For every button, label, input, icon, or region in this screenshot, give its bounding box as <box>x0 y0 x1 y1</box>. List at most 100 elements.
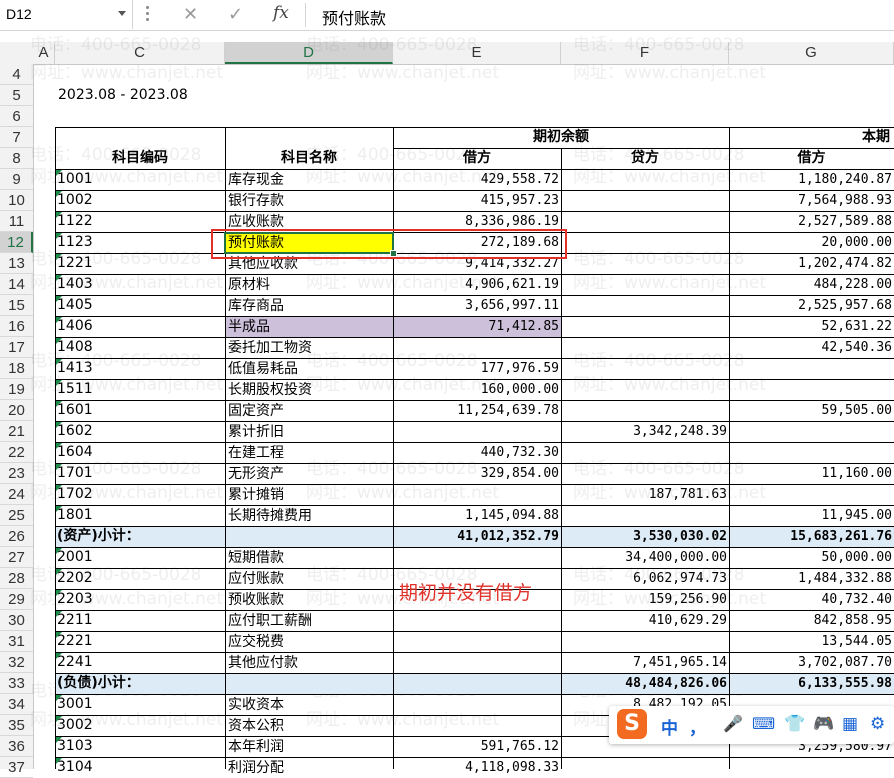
table-cell-current-debit[interactable]: 13,544.05 <box>730 632 894 652</box>
table-cell-credit[interactable] <box>562 632 729 652</box>
table-cell-credit[interactable] <box>562 464 729 484</box>
table-cell-credit[interactable] <box>562 401 729 421</box>
row-header-6[interactable]: 6 <box>0 106 33 127</box>
table-cell-current-debit[interactable]: 3,702,087.70 <box>730 653 894 673</box>
table-cell-debit[interactable] <box>394 716 561 736</box>
table-cell-current-debit[interactable]: 50,000.00 <box>730 548 894 568</box>
table-cell-name[interactable]: 银行存款 <box>226 191 393 211</box>
table-cell-code[interactable]: 1601 <box>57 400 223 421</box>
table-cell-code[interactable]: 2221 <box>57 631 223 652</box>
table-cell-current-debit[interactable]: 11,160.00 <box>730 464 894 484</box>
table-cell-code[interactable]: 3103 <box>57 736 223 757</box>
header-group-current[interactable]: 本期 <box>862 127 894 148</box>
table-cell-debit[interactable] <box>394 548 561 568</box>
table-cell-current-debit[interactable] <box>730 422 894 442</box>
table-cell-code[interactable]: 1702 <box>57 484 223 505</box>
table-cell-current-debit[interactable]: 484,228.00 <box>730 275 894 295</box>
column-header-c[interactable]: C <box>55 42 225 64</box>
row-header-25[interactable]: 25 <box>0 505 33 526</box>
table-cell-name[interactable]: 固定资产 <box>226 401 393 421</box>
row-header-20[interactable]: 20 <box>0 400 33 421</box>
table-cell-debit[interactable] <box>394 611 561 631</box>
row-header-28[interactable]: 28 <box>0 568 33 589</box>
table-cell-credit[interactable]: 187,781.63 <box>562 485 729 505</box>
table-cell-code[interactable]: 1221 <box>57 253 223 274</box>
table-cell-code[interactable]: 1406 <box>57 316 223 337</box>
row-header-17[interactable]: 17 <box>0 337 33 358</box>
row-header-33[interactable]: 33 <box>0 673 33 694</box>
table-cell-current-debit[interactable]: 1,180,240.87 <box>730 170 894 190</box>
row-header-19[interactable]: 19 <box>0 379 33 400</box>
table-cell-debit[interactable]: 4,118,098.33 <box>394 758 561 778</box>
table-cell-code[interactable]: 1122 <box>57 211 223 232</box>
row-header-37[interactable]: 37 <box>0 757 33 778</box>
table-cell-name[interactable] <box>226 674 393 694</box>
table-cell-name[interactable] <box>226 527 393 547</box>
table-cell-debit[interactable]: 41,012,352.79 <box>394 527 561 547</box>
table-cell-code[interactable]: 2211 <box>57 610 223 631</box>
table-cell-credit[interactable]: 159,256.90 <box>562 590 729 610</box>
table-cell-debit[interactable]: 3,656,997.11 <box>394 296 561 316</box>
table-cell-code[interactable]: 1801 <box>57 505 223 526</box>
table-cell-debit[interactable] <box>394 422 561 442</box>
table-cell-name[interactable]: 长期股权投资 <box>226 380 393 400</box>
column-header-a[interactable]: A <box>33 42 55 64</box>
table-cell-current-debit[interactable]: 1,202,474.82 <box>730 254 894 274</box>
table-cell-credit[interactable] <box>562 758 729 778</box>
punctuation-icon[interactable]: ， <box>689 714 706 739</box>
table-cell-debit[interactable] <box>394 338 561 358</box>
table-cell-current-debit[interactable]: 20,000.00 <box>730 233 894 253</box>
table-cell-code[interactable]: 2203 <box>57 589 223 610</box>
keyboard-icon[interactable]: ⌨ <box>752 714 775 733</box>
table-cell-name[interactable]: 本年利润 <box>226 737 393 757</box>
table-cell-debit[interactable]: 177,976.59 <box>394 359 561 379</box>
row-header-21[interactable]: 21 <box>0 421 33 442</box>
table-cell-code[interactable]: 1405 <box>57 295 223 316</box>
table-cell-current-debit[interactable]: 15,683,261.76 <box>730 527 894 547</box>
row-header-4[interactable]: 4 <box>0 64 33 85</box>
table-cell-credit[interactable] <box>562 296 729 316</box>
row-header-34[interactable]: 34 <box>0 694 33 715</box>
row-header-30[interactable]: 30 <box>0 610 33 631</box>
grid-icon[interactable]: ▦ <box>842 714 858 734</box>
table-cell-current-debit[interactable]: 59,505.00 <box>730 401 894 421</box>
row-header-8[interactable]: 8 <box>0 148 33 169</box>
row-header-15[interactable]: 15 <box>0 295 33 316</box>
table-cell-debit[interactable]: 415,957.23 <box>394 191 561 211</box>
confirm-icon[interactable]: ✓ <box>228 4 243 25</box>
table-cell-current-debit[interactable]: 42,540.36 <box>730 338 894 358</box>
column-header-e[interactable]: E <box>393 42 561 64</box>
table-cell-credit[interactable]: 3,342,248.39 <box>562 422 729 442</box>
table-cell-credit[interactable] <box>562 275 729 295</box>
table-cell-credit[interactable]: 6,062,974.73 <box>562 569 729 589</box>
column-header-g[interactable]: G <box>729 42 894 64</box>
table-cell-code[interactable]: 3001 <box>57 694 223 715</box>
mic-icon[interactable]: 🎤 <box>723 714 743 733</box>
table-cell-code[interactable]: 1511 <box>57 379 223 400</box>
table-cell-credit[interactable] <box>562 170 729 190</box>
table-cell-current-debit[interactable]: 2,527,589.88 <box>730 212 894 232</box>
row-header-22[interactable]: 22 <box>0 442 33 463</box>
table-cell-name[interactable]: 库存现金 <box>226 170 393 190</box>
header-group-opening[interactable]: 期初余额 <box>393 127 729 148</box>
table-cell-code[interactable]: 2202 <box>57 568 223 589</box>
sogou-logo-icon[interactable]: S <box>617 709 647 739</box>
table-cell-current-debit[interactable]: 7,564,988.93 <box>730 191 894 211</box>
insert-function-icon[interactable]: fx <box>273 3 289 23</box>
table-cell-current-debit[interactable]: 1,484,332.88 <box>730 569 894 589</box>
table-cell-credit[interactable]: 410,629.29 <box>562 611 729 631</box>
row-header-36[interactable]: 36 <box>0 736 33 757</box>
table-cell-credit[interactable] <box>562 359 729 379</box>
table-cell-name[interactable]: 累计折旧 <box>226 422 393 442</box>
table-cell-debit[interactable]: 160,000.00 <box>394 380 561 400</box>
table-cell-credit[interactable] <box>562 380 729 400</box>
table-cell-name[interactable]: 低值易耗品 <box>226 359 393 379</box>
table-cell-name[interactable]: 累计摊销 <box>226 485 393 505</box>
table-cell-name[interactable]: 半成品 <box>226 317 393 337</box>
column-header-d[interactable]: D <box>225 42 393 64</box>
table-cell-debit[interactable] <box>394 632 561 652</box>
table-cell-credit[interactable] <box>562 338 729 358</box>
table-cell-credit[interactable] <box>562 317 729 337</box>
table-cell-debit[interactable]: 1,145,094.88 <box>394 506 561 526</box>
table-cell-debit[interactable]: 429,558.72 <box>394 170 561 190</box>
